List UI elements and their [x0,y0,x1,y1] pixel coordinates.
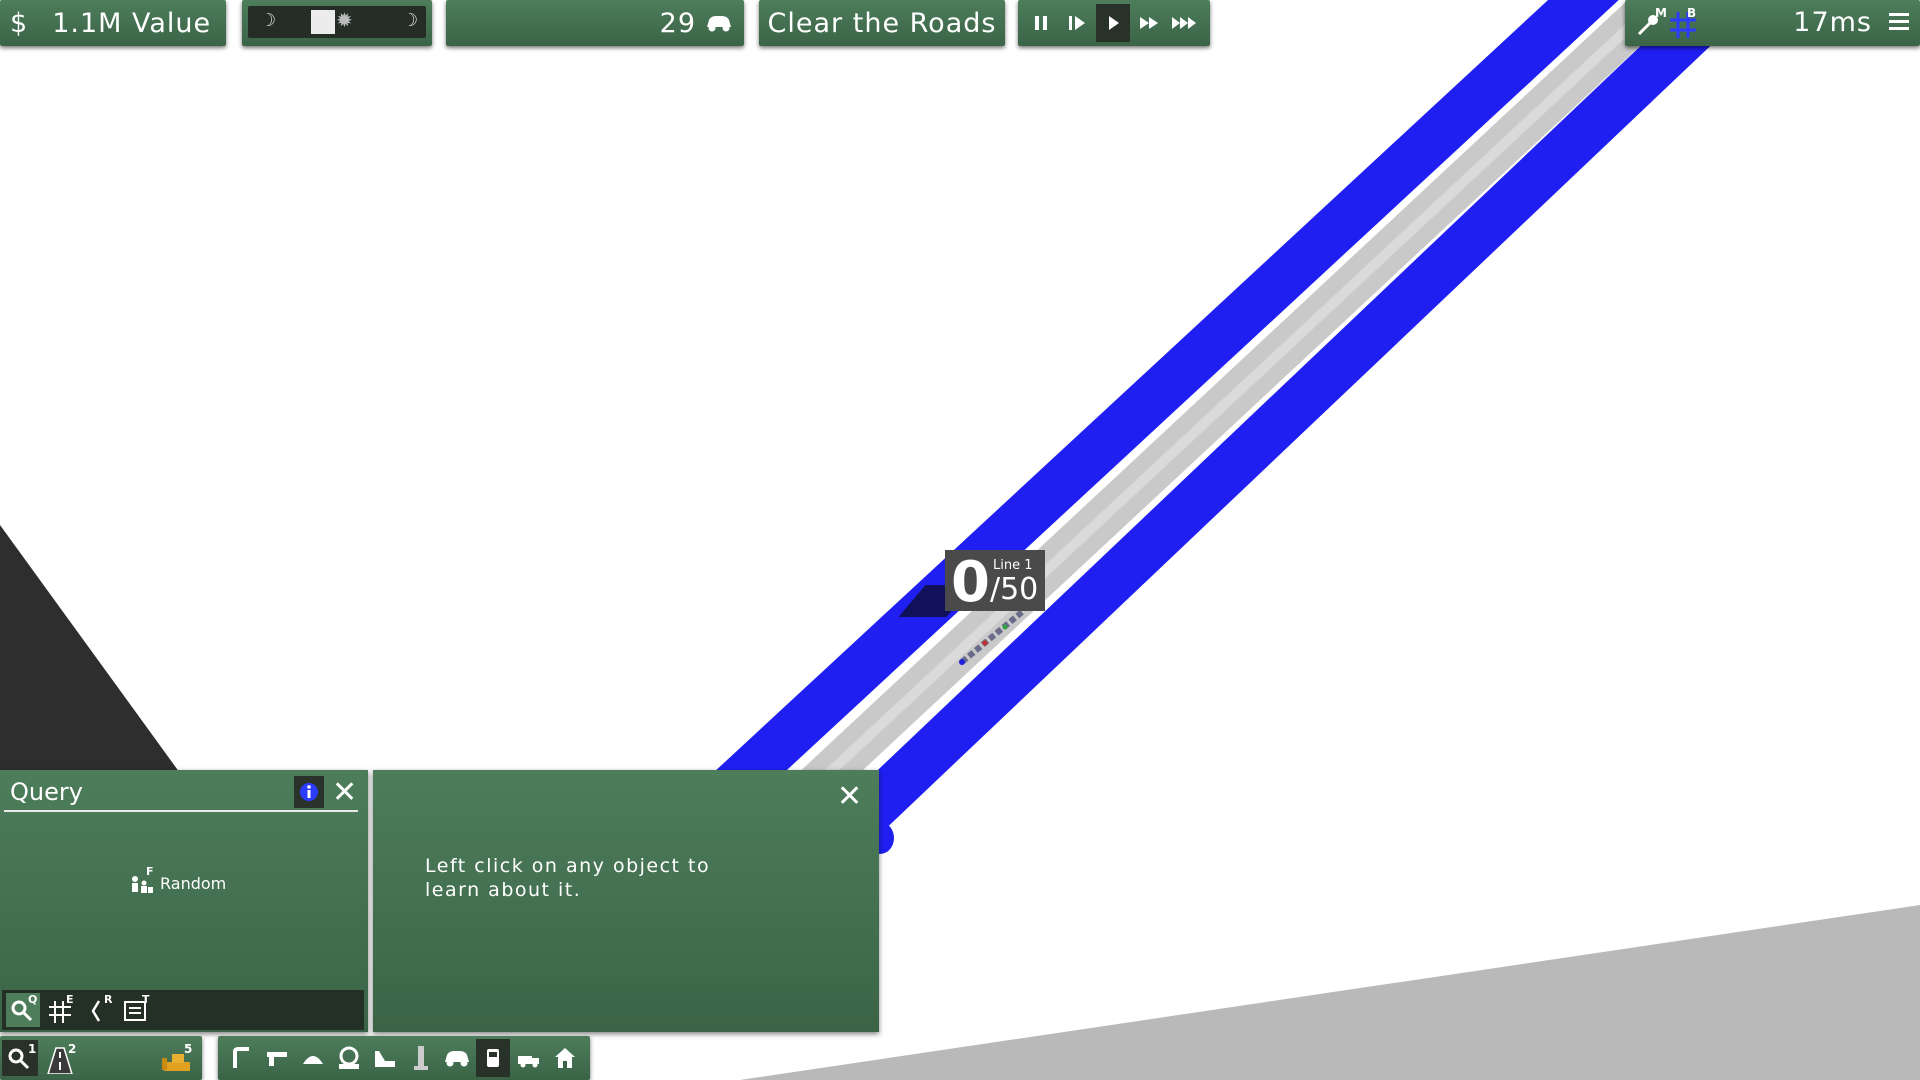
pause-icon [1035,16,1047,30]
road-lane-lower[interactable] [843,0,1759,838]
query-tool-route[interactable]: R [82,993,116,1027]
time-of-day-panel[interactable]: ☽ ✹ ☽ [242,0,432,46]
query-tool-hotkey-q: Q [28,993,38,1006]
sun-icon: ✹ [336,8,353,32]
bottom-left-toolbar: 1 2 5 [0,1036,202,1080]
build-tool-truck[interactable] [512,1039,546,1077]
challenge-panel[interactable]: Clear the Roads [759,0,1005,46]
road-pipe-icon [233,1047,249,1068]
build-tool-road-pipe[interactable] [224,1039,258,1077]
bus-icon [487,1049,499,1067]
car-icon [445,1051,469,1067]
query-info-button[interactable] [294,776,324,808]
frame-time: 17ms [1793,7,1872,38]
car-icon [704,13,734,33]
road-mode-button[interactable]: 2 [44,1040,80,1076]
transit-counter[interactable]: 0 /50 Line 1 [945,550,1045,611]
terrain-dark [0,525,185,780]
play-icon [1109,16,1119,30]
info-panel: ✕ Left click on any object to learn abou… [373,770,879,1032]
moon-right-icon: ☽ [402,10,419,31]
fast-forward-button[interactable] [1132,4,1166,42]
query-tool-hotkey-e: E [66,993,74,1006]
blueprint-button[interactable]: B [1667,4,1699,40]
slide-icon [375,1051,395,1067]
build-tool-bus[interactable] [476,1039,510,1077]
fast-forward-icon [1140,17,1158,29]
info-close-button[interactable]: ✕ [837,782,862,812]
map-hotkey: M [1655,6,1667,20]
vehicle-count: 29 [659,7,696,39]
play-button[interactable] [1096,4,1130,42]
truck-icon [518,1056,539,1068]
tower-icon [414,1046,428,1070]
build-tool-gun[interactable] [260,1039,294,1077]
ridership-count: 0 [951,550,990,615]
people-icon: F [128,865,154,895]
fastest-forward-button[interactable] [1168,4,1202,42]
vehicle-count-panel[interactable]: 29 [446,0,744,46]
main-menu-button[interactable] [1888,10,1910,34]
dome-icon [303,1056,323,1064]
road-lane-upper[interactable] [713,0,1619,808]
city-value: 1.1M Value [52,7,212,39]
query-panel: Query ✕ F Random Q E R T [0,770,368,1032]
time-of-day-track[interactable]: ☽ ✹ ☽ [248,6,426,38]
query-mode-button[interactable]: 1 [2,1040,38,1076]
random-hotkey: F [146,865,154,878]
build-tool-hand[interactable] [332,1039,366,1077]
hand-icon [339,1046,359,1069]
query-toolbar: Q E R T [2,990,364,1030]
pause-button[interactable] [1024,4,1058,42]
terrain-gray [740,905,1920,1080]
challenge-title: Clear the Roads [767,7,997,39]
road-mode-hotkey: 2 [68,1042,77,1056]
random-label: Random [160,873,227,893]
currency-symbol: $ [10,7,29,39]
bulldozer-mode-hotkey: 5 [184,1042,193,1056]
step-button[interactable] [1060,4,1094,42]
time-slider-handle[interactable] [311,10,335,34]
hamburger-icon [1889,13,1909,30]
query-tool-hotkey-r: R [104,993,113,1006]
info-message: Left click on any object to learn about … [425,854,710,902]
money-panel[interactable]: $ 1.1M Value [0,0,226,46]
gun-icon [267,1052,287,1066]
query-tool-grid[interactable]: E [44,993,78,1027]
house-icon [555,1048,575,1068]
blueprint-hotkey: B [1687,6,1697,20]
query-close-button[interactable]: ✕ [332,778,357,808]
build-tool-car[interactable] [440,1039,474,1077]
map-mode-button[interactable]: M [1633,4,1667,40]
query-mode-hotkey: 1 [28,1042,37,1056]
moon-left-icon: ☽ [260,10,277,31]
fastest-forward-icon [1172,17,1196,29]
build-toolbar [218,1036,590,1080]
step-icon [1069,16,1085,30]
build-tool-tower[interactable] [404,1039,438,1077]
line-label: Line 1 [993,558,1033,573]
build-tool-dome[interactable] [296,1039,330,1077]
query-title: Query [10,778,83,806]
query-title-underline [4,810,358,812]
query-tool-magnifier[interactable]: Q [6,993,40,1027]
info-message-line-1: Left click on any object to [425,855,711,877]
speed-controls[interactable] [1018,0,1210,46]
random-button[interactable]: F Random [128,865,227,898]
info-message-line-2: learn about it. [425,879,582,901]
query-tool-hotkey-t: T [142,993,150,1006]
build-tool-slide[interactable] [368,1039,402,1077]
build-tool-house[interactable] [548,1039,582,1077]
line-capacity: /50 [989,572,1039,607]
top-right-panel[interactable]: M B 17ms [1625,0,1920,46]
bulldozer-mode-button[interactable]: 5 [160,1040,198,1076]
query-tool-list[interactable]: T [120,993,154,1027]
info-icon [300,783,318,801]
